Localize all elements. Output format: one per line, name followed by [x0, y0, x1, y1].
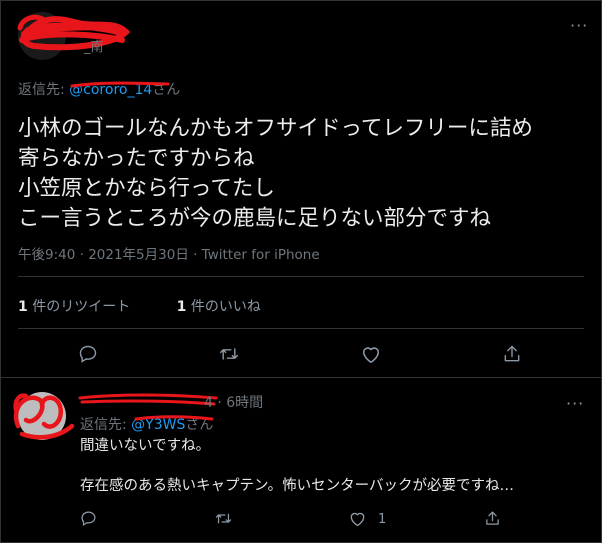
tweet-actions	[0, 336, 602, 372]
reply-text: 間違いないですね。 存在感のある熱いキャプテン。怖いセンターバックが必要ですね…	[80, 438, 514, 494]
reply-to-prefix: 返信先:	[18, 82, 70, 98]
main-tweet: _南 ··· 返信先: @cororo_14さん 小林のゴールなんかもオフサイド…	[0, 0, 602, 372]
redaction-scribble	[17, 14, 131, 51]
like-count: 1	[176, 299, 187, 315]
share-icon[interactable]	[502, 344, 522, 364]
redaction-line	[78, 393, 218, 406]
like-label: 件のいいね	[186, 299, 261, 315]
retweet-count: 1	[18, 299, 28, 315]
reply-icon[interactable]	[80, 510, 97, 527]
share-icon[interactable]	[484, 510, 501, 527]
like-icon[interactable]	[348, 510, 367, 527]
like-icon[interactable]	[360, 344, 382, 364]
divider	[18, 328, 584, 329]
redaction-scribble	[13, 393, 75, 440]
tweet-text: 小林のゴールなんかもオフサイドってレフリーに詰め 寄らなかったですからね 小笠原…	[18, 116, 533, 231]
reply-icon[interactable]	[78, 344, 98, 364]
retweets-stat[interactable]: 1 件のリツイート	[18, 299, 130, 315]
redaction-line	[134, 415, 214, 421]
likes-stat[interactable]: 1 件のいいね	[177, 299, 261, 315]
engagement-stats: 1 件のリツイート 1 件のいいね	[18, 296, 303, 316]
retweet-icon[interactable]	[218, 344, 240, 364]
like-count: 1	[378, 512, 387, 527]
redaction-line	[70, 81, 170, 88]
reply-to-prefix: 返信先:	[80, 417, 132, 433]
retweet-label: 件のリツイート	[27, 299, 131, 315]
tweet-meta[interactable]: 午後9:40 · 2021年5月30日 · Twitter for iPhone	[18, 243, 320, 263]
user-handle-visible: _南	[84, 40, 104, 55]
divider	[18, 276, 584, 277]
reply-tweet: 4 · 6時間 ··· 返信先: @Y3WSさん 間違いないですね。 存在感のあ…	[0, 378, 602, 541]
reply-actions: 1	[0, 508, 602, 532]
retweet-icon[interactable]	[214, 510, 233, 527]
more-icon[interactable]: ···	[566, 394, 584, 413]
more-icon[interactable]: ···	[570, 16, 588, 35]
reply-header: 4 · 6時間	[204, 395, 264, 411]
